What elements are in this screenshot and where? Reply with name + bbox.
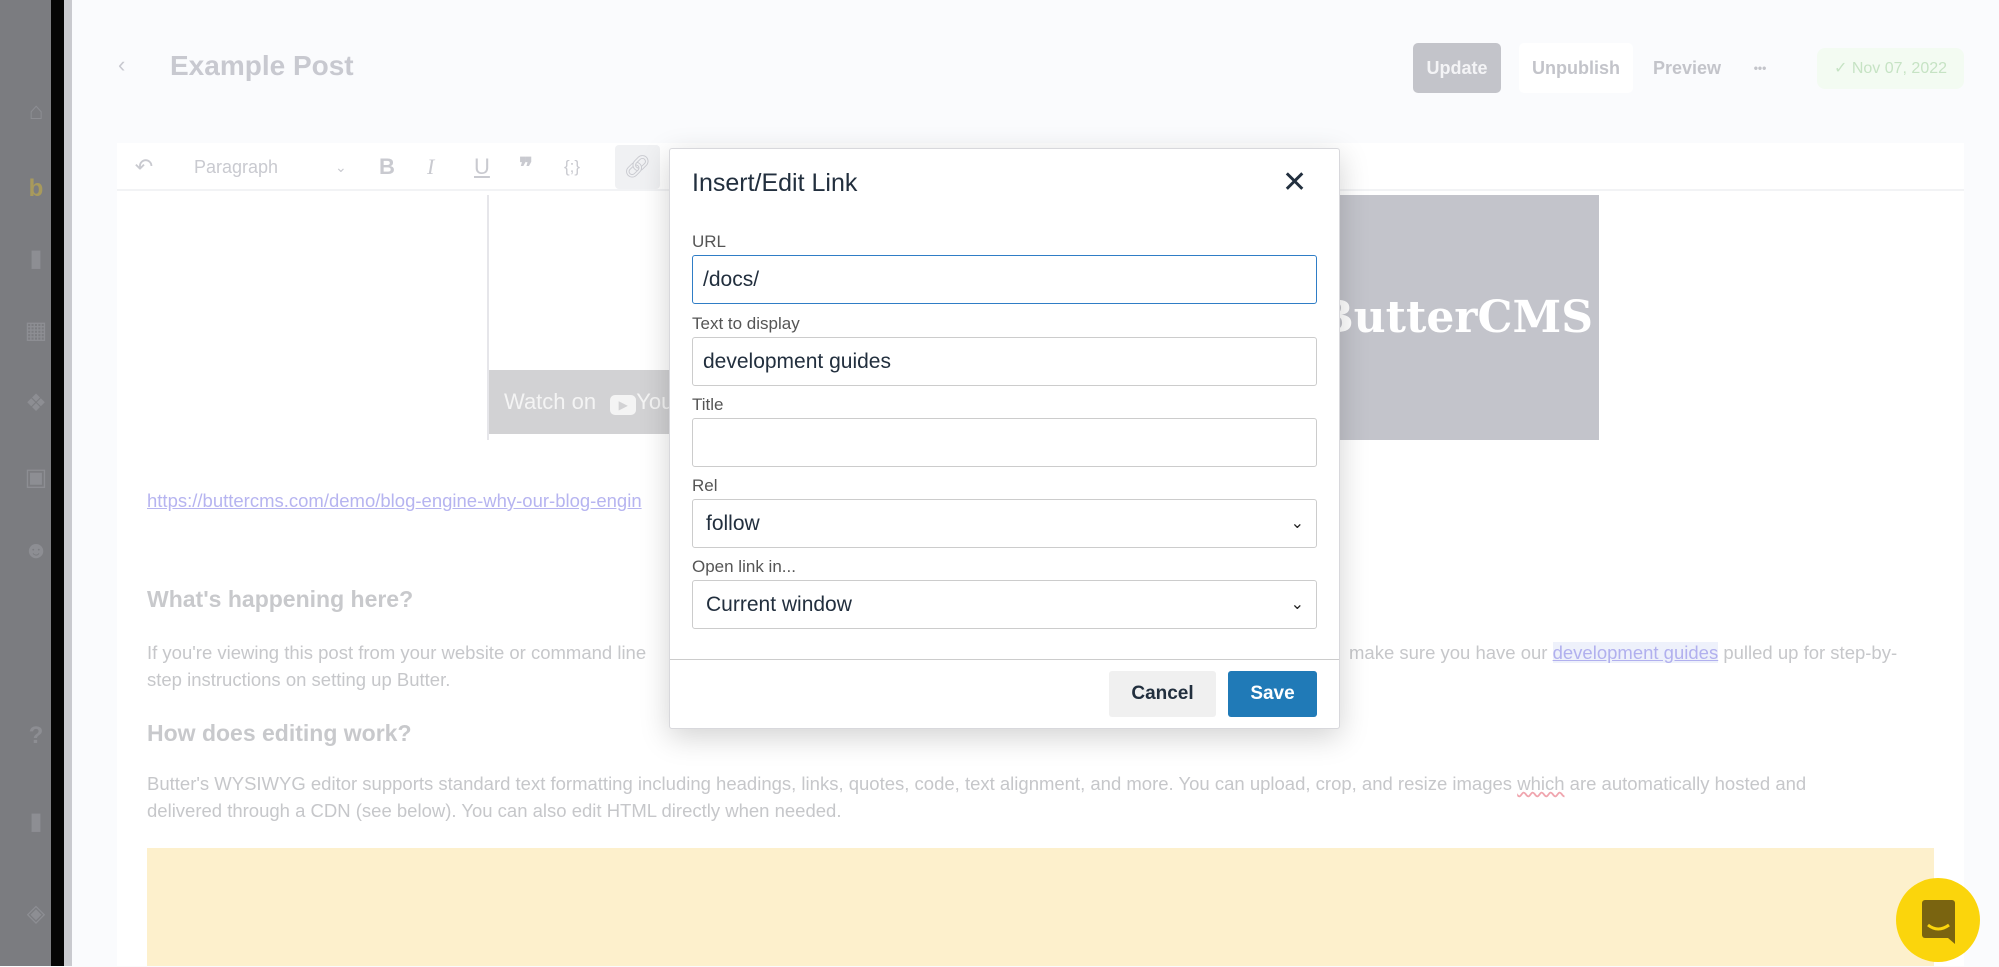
paragraph-1-right: make sure you have our development guide… xyxy=(1349,642,1897,664)
insert-edit-link-dialog: Insert/Edit Link ✕ URL /docs/ Text to di… xyxy=(669,148,1340,729)
published-date-badge: ✓ Nov 07, 2022 xyxy=(1817,48,1964,89)
chat-widget-button[interactable] xyxy=(1896,878,1980,962)
url-input[interactable]: /docs/ xyxy=(692,255,1317,304)
page-title: Example Post xyxy=(170,50,354,81)
sidebar: ⌂ b ▮ ▦ ❖ ▣ ☻ ? ▮ ◈ xyxy=(0,0,51,966)
heading-how-editing-works: How does editing work? xyxy=(147,720,412,746)
preview-button[interactable]: Preview xyxy=(1651,43,1723,93)
close-icon[interactable]: ✕ xyxy=(1282,165,1307,200)
blockquote-icon[interactable]: ❞ xyxy=(519,143,533,191)
title-label: Title xyxy=(692,395,724,414)
more-options-button[interactable]: ••• xyxy=(1748,43,1772,93)
text: are automatically hosted and xyxy=(1564,773,1807,794)
italic-icon[interactable]: I xyxy=(427,143,434,191)
rel-label: Rel xyxy=(692,476,718,495)
paragraph-1-left: If you're viewing this post from your we… xyxy=(147,642,647,663)
paragraph-2-line-2: delivered through a CDN (see below). You… xyxy=(147,800,842,821)
undo-icon[interactable]: ↶ xyxy=(129,143,159,191)
chat-smile-icon xyxy=(1922,900,1955,944)
chevron-down-icon: ⌄ xyxy=(1290,515,1304,532)
text: make sure you have our xyxy=(1349,642,1548,663)
divider xyxy=(64,0,72,966)
block-format-select[interactable]: Paragraph xyxy=(194,143,278,191)
cancel-button[interactable]: Cancel xyxy=(1109,671,1216,717)
help-icon[interactable]: ? xyxy=(20,722,52,750)
rel-select[interactable]: follow ⌄ xyxy=(692,499,1317,548)
link-button[interactable]: 🔗︎ xyxy=(615,145,660,189)
page-icon[interactable]: ▮ xyxy=(20,245,52,273)
home-icon[interactable]: ⌂ xyxy=(20,98,52,126)
users-icon[interactable]: ☻ xyxy=(20,537,52,565)
dialog-footer-divider xyxy=(670,659,1339,660)
title-input[interactable] xyxy=(692,418,1317,467)
save-button[interactable]: Save xyxy=(1228,671,1317,717)
underline-icon[interactable]: U xyxy=(474,143,490,191)
open-link-in-label: Open link in... xyxy=(692,557,796,576)
youtube-play-icon: ▶ xyxy=(610,395,637,415)
youtube-label: You xyxy=(636,389,674,414)
text: pulled up for step-by- xyxy=(1723,642,1898,663)
collection-icon[interactable]: ▦ xyxy=(20,317,52,345)
text: Butter's WYSIWYG editor supports standar… xyxy=(147,773,1518,794)
text-to-display-input[interactable]: development guides xyxy=(692,337,1317,386)
callout-block xyxy=(147,848,1934,966)
demo-url-link[interactable]: https://buttercms.com/demo/blog-engine-w… xyxy=(147,490,642,512)
rel-value: follow xyxy=(706,512,760,535)
code-icon[interactable]: {;} xyxy=(564,143,580,191)
open-link-in-select[interactable]: Current window ⌄ xyxy=(692,580,1317,629)
back-chevron-icon[interactable]: ‹ xyxy=(118,52,125,78)
butter-logo-icon[interactable]: b xyxy=(20,175,52,203)
layers-icon[interactable]: ◈ xyxy=(20,900,52,928)
docs-icon[interactable]: ▮ xyxy=(20,808,52,836)
heading-whats-happening: What's happening here? xyxy=(147,586,414,612)
watch-on-label: Watch on xyxy=(504,389,597,414)
target-value: Current window xyxy=(706,593,852,616)
components-icon[interactable]: ❖ xyxy=(20,390,52,418)
spellcheck-word: which xyxy=(1517,773,1565,794)
unpublish-button[interactable]: Unpublish xyxy=(1519,43,1633,93)
url-label: URL xyxy=(692,232,727,251)
paragraph-1-line-2: step instructions on setting up Butter. xyxy=(147,669,451,690)
chevron-down-icon[interactable]: ⌄ xyxy=(335,143,347,191)
link-icon: 🔗︎ xyxy=(623,154,652,179)
update-button[interactable]: Update xyxy=(1413,43,1501,93)
bold-icon[interactable]: B xyxy=(379,143,395,191)
image-logo-text: ButterCMS xyxy=(1316,292,1593,343)
paragraph-2-line-1: Butter's WYSIWYG editor supports standar… xyxy=(147,773,1806,795)
sidebar-border xyxy=(51,0,64,966)
text-to-display-label: Text to display xyxy=(692,314,800,333)
dialog-title: Insert/Edit Link xyxy=(692,169,858,197)
media-icon[interactable]: ▣ xyxy=(20,464,52,492)
development-guides-link[interactable]: development guides xyxy=(1552,642,1719,663)
chevron-down-icon: ⌄ xyxy=(1290,596,1304,613)
